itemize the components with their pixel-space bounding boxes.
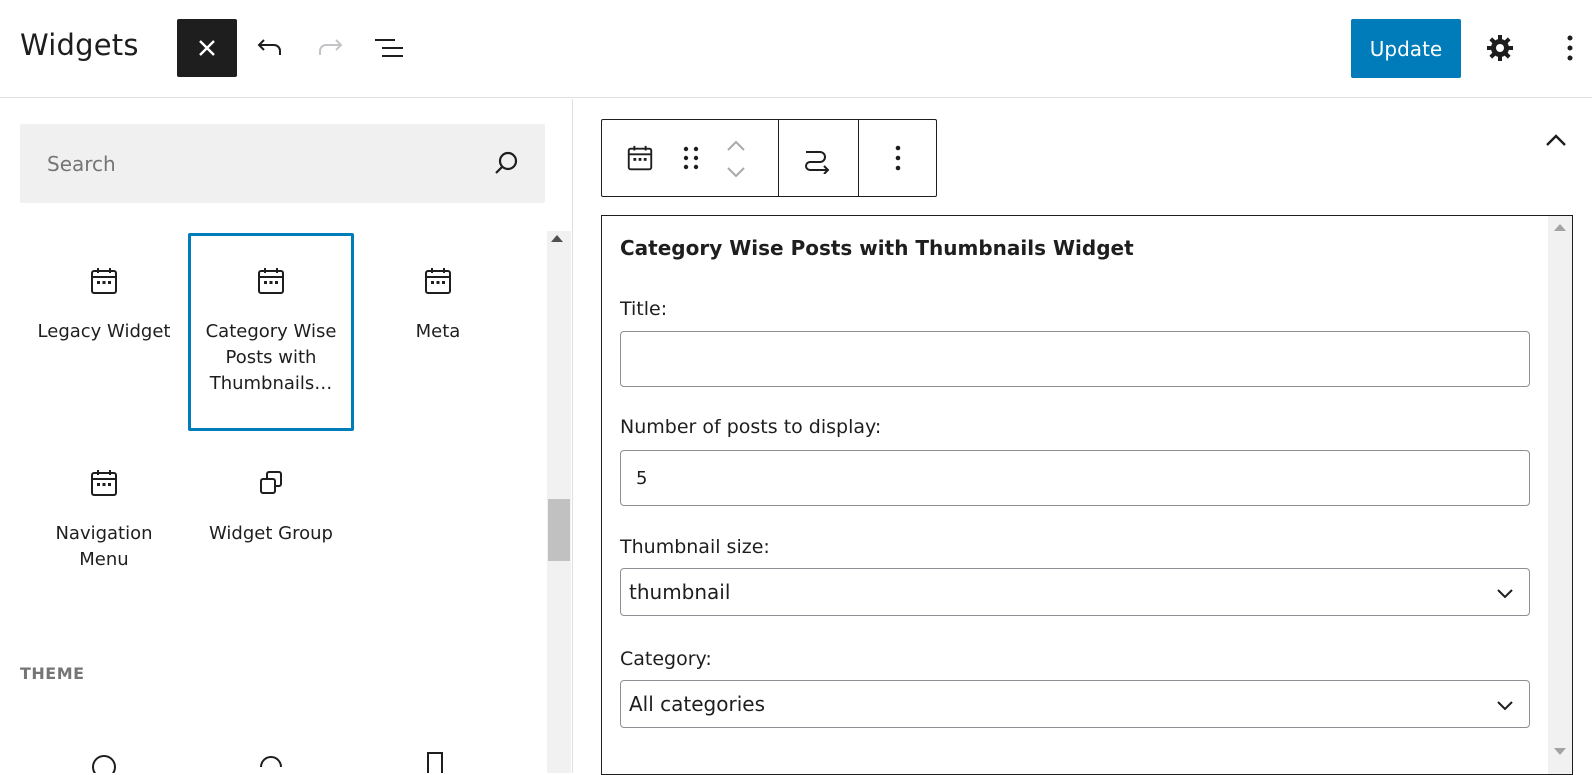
legacy-widget-form: Category Wise Posts with Thumbnails Widg… <box>601 215 1573 775</box>
block-icon <box>427 752 443 773</box>
block-label: Widget Group <box>209 523 333 544</box>
list-view-icon <box>375 39 403 57</box>
block-label: Navigation Menu <box>55 523 153 570</box>
options-button[interactable] <box>1550 26 1590 70</box>
move-down-button[interactable] <box>720 160 752 184</box>
chevron-down-icon <box>1497 589 1513 599</box>
widget-heading: Category Wise Posts with Thumbnails Widg… <box>620 236 1134 260</box>
close-inserter-button[interactable] <box>177 19 237 77</box>
transform-button[interactable] <box>779 120 857 196</box>
block-inserter-panel: Legacy Widget Category Wise Posts with T… <box>0 99 573 773</box>
scroll-up-arrow[interactable] <box>1554 224 1566 231</box>
block-label: Category Wise Posts with Thumbnails… <box>205 321 337 394</box>
block-item-category-wise-posts[interactable]: Category Wise Posts with Thumbnails… <box>188 233 354 431</box>
inserter-scroll-thumb[interactable] <box>548 499 570 561</box>
settings-button[interactable] <box>1478 26 1522 70</box>
page-title: Widgets <box>20 28 139 62</box>
group-icon <box>260 471 282 494</box>
widget-editor-canvas: Category Wise Posts with Thumbnails Widg… <box>574 99 1592 775</box>
undo-icon <box>257 39 281 55</box>
list-view-button[interactable] <box>367 26 411 70</box>
category-label: Category: <box>620 648 712 670</box>
category-value: All categories <box>629 692 765 716</box>
scroll-down-arrow[interactable] <box>1554 748 1566 755</box>
block-icon <box>92 755 116 773</box>
title-input[interactable] <box>620 331 1530 387</box>
scroll-up-arrow[interactable] <box>551 235 563 242</box>
block-item-widget-group[interactable]: Widget Group <box>188 435 354 605</box>
search-box <box>20 124 545 203</box>
transform-icon <box>805 151 830 174</box>
category-select[interactable]: All categories <box>620 680 1530 728</box>
move-up-icon <box>727 140 745 151</box>
num-posts-label: Number of posts to display: <box>620 416 882 438</box>
category-heading-theme: THEME <box>20 664 85 683</box>
block-label: Legacy Widget <box>37 321 171 342</box>
drag-handle-icon <box>683 146 699 170</box>
thumb-size-select[interactable]: thumbnail <box>620 568 1530 616</box>
calendar-icon <box>258 268 284 294</box>
block-item-navigation-menu[interactable]: Navigation Menu <box>21 435 187 605</box>
redo-icon <box>319 39 343 55</box>
block-label: Meta <box>415 321 461 342</box>
block-options-button[interactable] <box>859 120 937 196</box>
redo-button[interactable] <box>308 26 352 70</box>
thumb-size-label: Thumbnail size: <box>620 536 770 558</box>
calendar-icon <box>91 268 117 294</box>
chevron-up-icon[interactable] <box>1538 123 1574 159</box>
widget-frame-scrollbar[interactable] <box>1548 216 1572 774</box>
chevron-down-icon <box>1497 701 1513 711</box>
block-type-button[interactable] <box>616 120 664 196</box>
title-label: Title: <box>620 298 668 320</box>
more-vertical-icon <box>1567 35 1573 61</box>
move-down-icon <box>727 167 745 178</box>
more-vertical-icon <box>895 145 901 171</box>
search-input[interactable] <box>20 124 460 203</box>
search-icon <box>495 151 518 174</box>
block-item-legacy-widget[interactable]: Legacy Widget <box>21 233 187 431</box>
update-button[interactable]: Update <box>1351 19 1461 78</box>
calendar-icon <box>627 145 653 171</box>
block-toolbar <box>601 119 937 197</box>
calendar-icon <box>425 268 451 294</box>
gear-icon <box>1487 35 1513 61</box>
close-icon <box>199 40 215 56</box>
top-toolbar: Widgets Update <box>0 0 1592 98</box>
move-up-button[interactable] <box>720 134 752 158</box>
num-posts-input[interactable] <box>620 450 1530 506</box>
calendar-icon <box>91 470 117 496</box>
drag-handle[interactable] <box>674 120 708 196</box>
thumb-size-value: thumbnail <box>629 580 731 604</box>
block-icon <box>260 756 282 768</box>
undo-button[interactable] <box>248 26 292 70</box>
block-item-meta[interactable]: Meta <box>355 233 521 431</box>
